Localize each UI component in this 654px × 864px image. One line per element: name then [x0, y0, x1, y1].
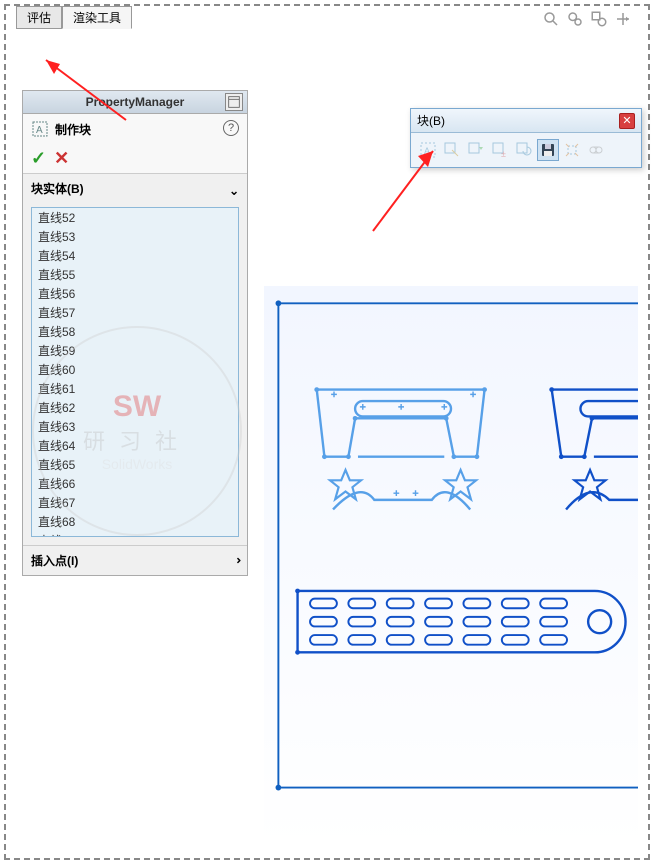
tab-render-tools[interactable]: 渲染工具 — [62, 6, 132, 29]
list-item[interactable]: 直线68 — [32, 512, 238, 531]
list-item[interactable]: 直线69 — [32, 531, 238, 537]
list-item[interactable]: 直线61 — [32, 379, 238, 398]
list-item[interactable]: 直线60 — [32, 360, 238, 379]
zoom-fit-icon[interactable] — [566, 10, 584, 28]
block-window-title: 块(B) — [417, 112, 445, 129]
pm-title-row: A 制作块 ? — [23, 114, 247, 144]
make-block-icon: A — [31, 120, 49, 138]
edit-block-tool-icon[interactable] — [441, 139, 463, 161]
list-item[interactable]: 直线67 — [32, 493, 238, 512]
pm-ok-cancel: ✓ ✕ — [23, 144, 247, 173]
tab-evaluate[interactable]: 评估 — [16, 6, 62, 29]
close-icon[interactable]: ✕ — [619, 113, 635, 129]
sketch-svg — [264, 286, 638, 848]
block-entities-list[interactable]: 直线52直线53直线54直线55直线56直线57直线58直线59直线60直线61… — [31, 207, 239, 537]
list-item[interactable]: 直线63 — [32, 417, 238, 436]
list-item[interactable]: 直线65 — [32, 455, 238, 474]
rebuild-tool-icon[interactable] — [513, 139, 535, 161]
belt-chain-tool-icon[interactable] — [585, 139, 607, 161]
svg-text:A: A — [36, 125, 43, 136]
list-item[interactable]: 直线54 — [32, 246, 238, 265]
view-controls — [542, 10, 632, 28]
top-tabs: 评估 渲染工具 — [16, 6, 132, 29]
chevron-down-icon: ⌃ — [225, 555, 242, 565]
list-item[interactable]: 直线55 — [32, 265, 238, 284]
list-item[interactable]: 直线57 — [32, 303, 238, 322]
svg-text:A: A — [424, 146, 430, 156]
list-item[interactable]: 直线62 — [32, 398, 238, 417]
block-toolbar-window: 块(B) ✕ A ± — [410, 108, 642, 168]
pm-header-title: PropertyManager — [86, 95, 185, 109]
save-block-tool-icon[interactable] — [537, 139, 559, 161]
svg-text:±: ± — [501, 149, 506, 158]
pin-icon[interactable] — [225, 93, 243, 111]
section-insert-point[interactable]: 插入点(I) ⌃ — [23, 545, 247, 575]
block-titlebar[interactable]: 块(B) ✕ — [411, 109, 641, 133]
block-tools: A ± — [411, 133, 641, 167]
help-icon[interactable]: ? — [223, 120, 239, 136]
list-item[interactable]: 直线52 — [32, 208, 238, 227]
drawing-canvas[interactable] — [264, 286, 638, 848]
property-manager-panel: PropertyManager A 制作块 ? ✓ ✕ 块实体(B) ⌃ 直线5… — [22, 90, 248, 576]
list-item[interactable]: 直线58 — [32, 322, 238, 341]
list-item[interactable]: 直线64 — [32, 436, 238, 455]
chevron-up-icon: ⌃ — [229, 180, 239, 197]
section-block-entities-label: 块实体(B) — [31, 180, 84, 197]
list-item[interactable]: 直线53 — [32, 227, 238, 246]
list-item[interactable]: 直线66 — [32, 474, 238, 493]
section-block-entities[interactable]: 块实体(B) ⌃ — [23, 173, 247, 203]
ok-button[interactable]: ✓ — [31, 148, 46, 169]
section-insert-point-label: 插入点(I) — [31, 552, 78, 569]
cancel-button[interactable]: ✕ — [54, 148, 69, 169]
list-item[interactable]: 直线59 — [32, 341, 238, 360]
pm-header: PropertyManager — [23, 91, 247, 114]
zoom-window-icon[interactable] — [590, 10, 608, 28]
magnify-icon[interactable] — [542, 10, 560, 28]
orientation-icon[interactable] — [614, 10, 632, 28]
make-block-tool-icon[interactable]: A — [417, 139, 439, 161]
list-item[interactable]: 直线56 — [32, 284, 238, 303]
insert-block-tool-icon[interactable] — [465, 139, 487, 161]
pm-title: 制作块 — [55, 121, 239, 138]
addremove-tool-icon[interactable]: ± — [489, 139, 511, 161]
explode-tool-icon[interactable] — [561, 139, 583, 161]
